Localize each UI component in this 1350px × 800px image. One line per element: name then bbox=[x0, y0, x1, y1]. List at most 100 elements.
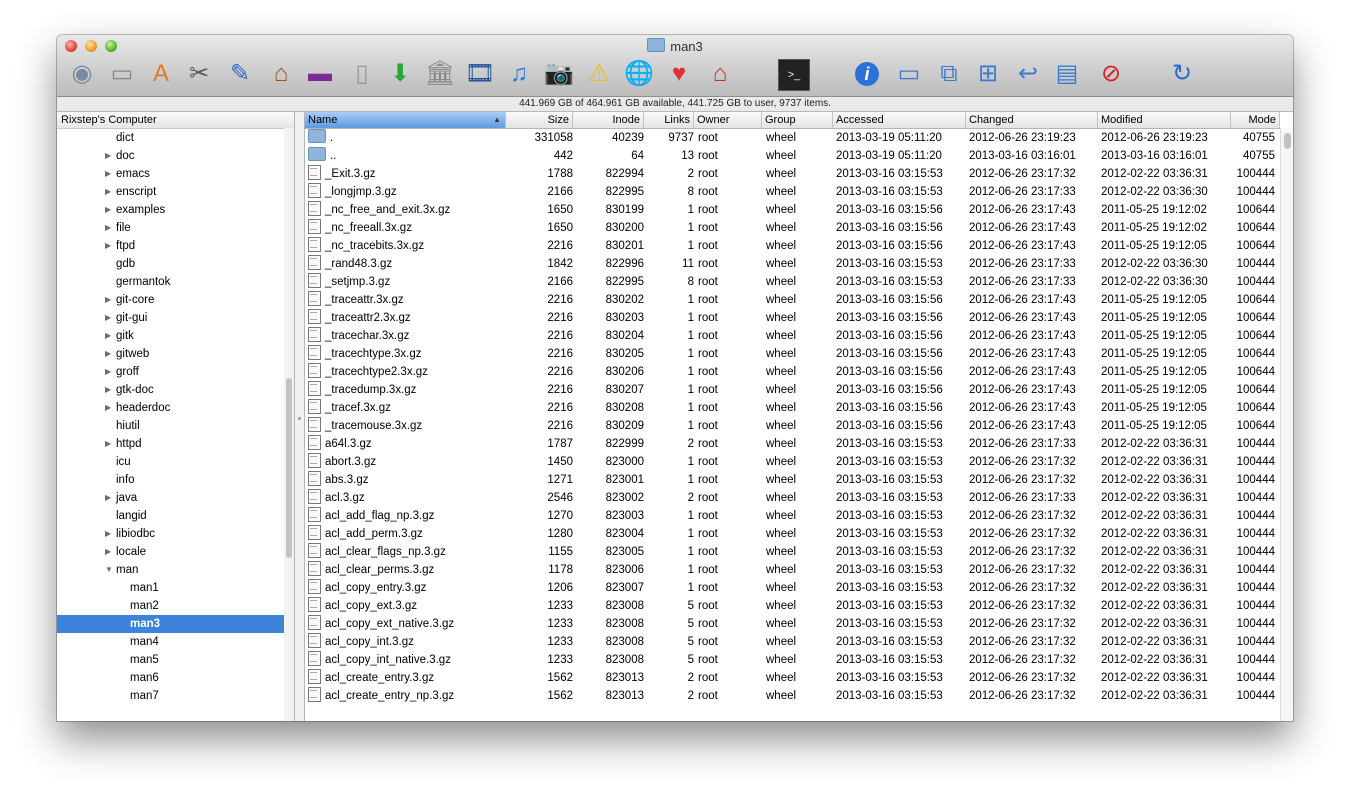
sidebar-item-git-gui[interactable]: ▶ git-gui bbox=[57, 309, 294, 327]
table-row[interactable]: acl_copy_entry.3.gz 1206 823007 1 root wheel 2… bbox=[305, 579, 1280, 597]
table-row[interactable]: _tracedump.3x.gz 2216 830207 1 root wheel 2013… bbox=[305, 381, 1280, 399]
table-row[interactable]: acl_clear_flags_np.3.gz 1155 823005 1 root wh… bbox=[305, 543, 1280, 561]
home-icon[interactable]: ⌂ bbox=[266, 59, 296, 89]
sidebar-item-ftpd[interactable]: ▶ ftpd bbox=[57, 237, 294, 255]
sidebar-item-examples[interactable]: ▶ examples bbox=[57, 201, 294, 219]
alias-icon[interactable]: ↩ bbox=[1013, 59, 1043, 89]
column-header-accessed[interactable]: Accessed bbox=[833, 112, 966, 128]
column-header-links[interactable]: Links bbox=[644, 112, 694, 128]
table-row[interactable]: _tracechtype.3x.gz 2216 830205 1 root wheel 20… bbox=[305, 345, 1280, 363]
table-row[interactable]: _Exit.3.gz 1788 822994 2 root wheel 2013-03-16… bbox=[305, 165, 1280, 183]
sidebar-item-libiodbc[interactable]: ▶ libiodbc bbox=[57, 525, 294, 543]
disclosure-closed-icon[interactable]: ▶ bbox=[105, 525, 111, 543]
table-row[interactable]: acl_create_entry.3.gz 1562 823013 2 root whee… bbox=[305, 669, 1280, 687]
sidebar-item-germantok[interactable]: germantok bbox=[57, 273, 294, 291]
sidebar-item-groff[interactable]: ▶ groff bbox=[57, 363, 294, 381]
table-row[interactable]: _nc_tracebits.3x.gz 2216 830201 1 root wheel 2… bbox=[305, 237, 1280, 255]
sidebar-item-httpd[interactable]: ▶ httpd bbox=[57, 435, 294, 453]
sidebar-item-man2[interactable]: man2 bbox=[57, 597, 294, 615]
pictures-icon[interactable]: 📷 bbox=[544, 59, 574, 89]
disclosure-closed-icon[interactable]: ▶ bbox=[105, 435, 111, 453]
new-folder-icon[interactable]: ▭ bbox=[894, 59, 924, 89]
utilities-icon[interactable]: ✂ bbox=[184, 59, 214, 89]
sidebar-item-man6[interactable]: man6 bbox=[57, 669, 294, 687]
sidebar-item-hiutil[interactable]: hiutil bbox=[57, 417, 294, 435]
terminal-icon[interactable]: >_ bbox=[778, 59, 810, 91]
sidebar-scrollbar[interactable] bbox=[284, 128, 294, 721]
table-row[interactable]: acl_add_perm.3.gz 1280 823004 1 root wheel 201… bbox=[305, 525, 1280, 543]
column-header-mode[interactable]: Mode bbox=[1231, 112, 1280, 128]
home-folder-icon[interactable]: ⌂ bbox=[705, 59, 735, 89]
refresh-icon[interactable]: ↻ bbox=[1167, 59, 1197, 89]
sidebar-item-langid[interactable]: langid bbox=[57, 507, 294, 525]
disclosure-closed-icon[interactable]: ▶ bbox=[105, 165, 111, 183]
column-header-modified[interactable]: Modified bbox=[1098, 112, 1231, 128]
disclosure-closed-icon[interactable]: ▶ bbox=[105, 363, 111, 381]
table-row[interactable]: acl_copy_ext.3.gz 1233 823008 5 root wheel 201… bbox=[305, 597, 1280, 615]
new-file-icon[interactable]: ⊞ bbox=[973, 59, 1003, 89]
sidebar-item-man[interactable]: ▼ man bbox=[57, 561, 294, 579]
disclosure-closed-icon[interactable]: ▶ bbox=[105, 201, 111, 219]
desktop-icon[interactable]: ▬ bbox=[305, 59, 335, 89]
table-row[interactable]: _tracechar.3x.gz 2216 830204 1 root wheel 2013… bbox=[305, 327, 1280, 345]
table-row[interactable]: acl_clear_perms.3.gz 1178 823006 1 root wheel… bbox=[305, 561, 1280, 579]
sidebar-header[interactable]: Rixstep's Computer bbox=[57, 112, 294, 129]
sidebar-item-gitweb[interactable]: ▶ gitweb bbox=[57, 345, 294, 363]
info-icon[interactable]: i bbox=[855, 62, 879, 86]
table-row[interactable]: acl_copy_int_native.3.gz 1233 823008 5 root w… bbox=[305, 651, 1280, 669]
duplicate-icon[interactable]: ⧉ bbox=[934, 59, 964, 89]
table-row[interactable]: acl_add_flag_np.3.gz 1270 823003 1 root wheel… bbox=[305, 507, 1280, 525]
disclosure-closed-icon[interactable]: ▶ bbox=[105, 381, 111, 399]
library-icon[interactable]: 🏛 bbox=[425, 59, 455, 89]
computer-icon[interactable]: ◉ bbox=[67, 59, 97, 89]
disclosure-open-icon[interactable]: ▼ bbox=[105, 561, 113, 579]
table-row[interactable]: acl_copy_int.3.gz 1233 823008 5 root wheel 201… bbox=[305, 633, 1280, 651]
table-row[interactable]: _setjmp.3.gz 2166 822995 8 root wheel 2013-03-… bbox=[305, 273, 1280, 291]
archive-icon[interactable]: ▤ bbox=[1052, 59, 1082, 89]
table-row[interactable]: acl_create_entry_np.3.gz 1562 823013 2 root w… bbox=[305, 687, 1280, 705]
splitter-handle[interactable] bbox=[298, 417, 301, 420]
disclosure-closed-icon[interactable]: ▶ bbox=[105, 147, 111, 165]
disclosure-closed-icon[interactable]: ▶ bbox=[105, 399, 111, 417]
table-row[interactable]: _tracef.3x.gz 2216 830208 1 root wheel 2013-03… bbox=[305, 399, 1280, 417]
column-header-name[interactable]: Name ▲ bbox=[305, 112, 506, 128]
table-row[interactable]: _traceattr.3x.gz 2216 830202 1 root wheel 2013… bbox=[305, 291, 1280, 309]
music-icon[interactable]: ♫ bbox=[504, 59, 534, 89]
disclosure-closed-icon[interactable]: ▶ bbox=[105, 489, 111, 507]
table-row[interactable]: abs.3.gz 1271 823001 1 root wheel 2013-03-16 0… bbox=[305, 471, 1280, 489]
document-icon[interactable]: ▯ bbox=[347, 59, 377, 89]
sidebar-item-icu[interactable]: icu bbox=[57, 453, 294, 471]
disclosure-closed-icon[interactable]: ▶ bbox=[105, 291, 111, 309]
table-row[interactable]: . 331058 40239 9737 root wheel 2013-03-19 05:1… bbox=[305, 129, 1280, 147]
table-row[interactable]: _nc_freeall.3x.gz 1650 830200 1 root wheel 201… bbox=[305, 219, 1280, 237]
column-header-changed[interactable]: Changed bbox=[966, 112, 1098, 128]
disclosure-closed-icon[interactable]: ▶ bbox=[105, 543, 111, 561]
sidebar-item-gtk-doc[interactable]: ▶ gtk-doc bbox=[57, 381, 294, 399]
sidebar-item-dict[interactable]: dict bbox=[57, 129, 294, 147]
disclosure-closed-icon[interactable]: ▶ bbox=[105, 219, 111, 237]
sidebar-item-doc[interactable]: ▶ doc bbox=[57, 147, 294, 165]
harddisk-icon[interactable]: ▭ bbox=[107, 59, 137, 89]
column-header-inode[interactable]: Inode bbox=[573, 112, 644, 128]
sidebar-scroll-thumb[interactable] bbox=[286, 378, 292, 558]
delete-icon[interactable]: ⊘ bbox=[1096, 59, 1126, 89]
sites-icon[interactable]: 🌐 bbox=[624, 59, 654, 89]
table-row[interactable]: acl.3.gz 2546 823002 2 root wheel 2013-03-16 0… bbox=[305, 489, 1280, 507]
disclosure-closed-icon[interactable]: ▶ bbox=[105, 309, 111, 327]
disclosure-closed-icon[interactable]: ▶ bbox=[105, 345, 111, 363]
developer-icon[interactable]: ✎ bbox=[225, 59, 255, 89]
table-row[interactable]: abort.3.gz 1450 823000 1 root wheel 2013-03-16… bbox=[305, 453, 1280, 471]
movies-icon[interactable]: 🎞 bbox=[465, 59, 495, 89]
public-icon[interactable]: ⚠ bbox=[584, 59, 614, 89]
disclosure-closed-icon[interactable]: ▶ bbox=[105, 237, 111, 255]
sidebar-item-enscript[interactable]: ▶ enscript bbox=[57, 183, 294, 201]
table-row[interactable]: _nc_free_and_exit.3x.gz 1650 830199 1 root wh… bbox=[305, 201, 1280, 219]
table-scroll-thumb[interactable] bbox=[1284, 133, 1291, 149]
table-row[interactable]: _longjmp.3.gz 2166 822995 8 root wheel 2013-03… bbox=[305, 183, 1280, 201]
column-header-size[interactable]: Size bbox=[506, 112, 573, 128]
sidebar-item-man1[interactable]: man1 bbox=[57, 579, 294, 597]
table-row[interactable]: a64l.3.gz 1787 822999 2 root wheel 2013-03-16 … bbox=[305, 435, 1280, 453]
sidebar-item-man7[interactable]: man7 bbox=[57, 687, 294, 705]
sidebar-item-man4[interactable]: man4 bbox=[57, 633, 294, 651]
applications-icon[interactable]: A bbox=[146, 59, 176, 89]
